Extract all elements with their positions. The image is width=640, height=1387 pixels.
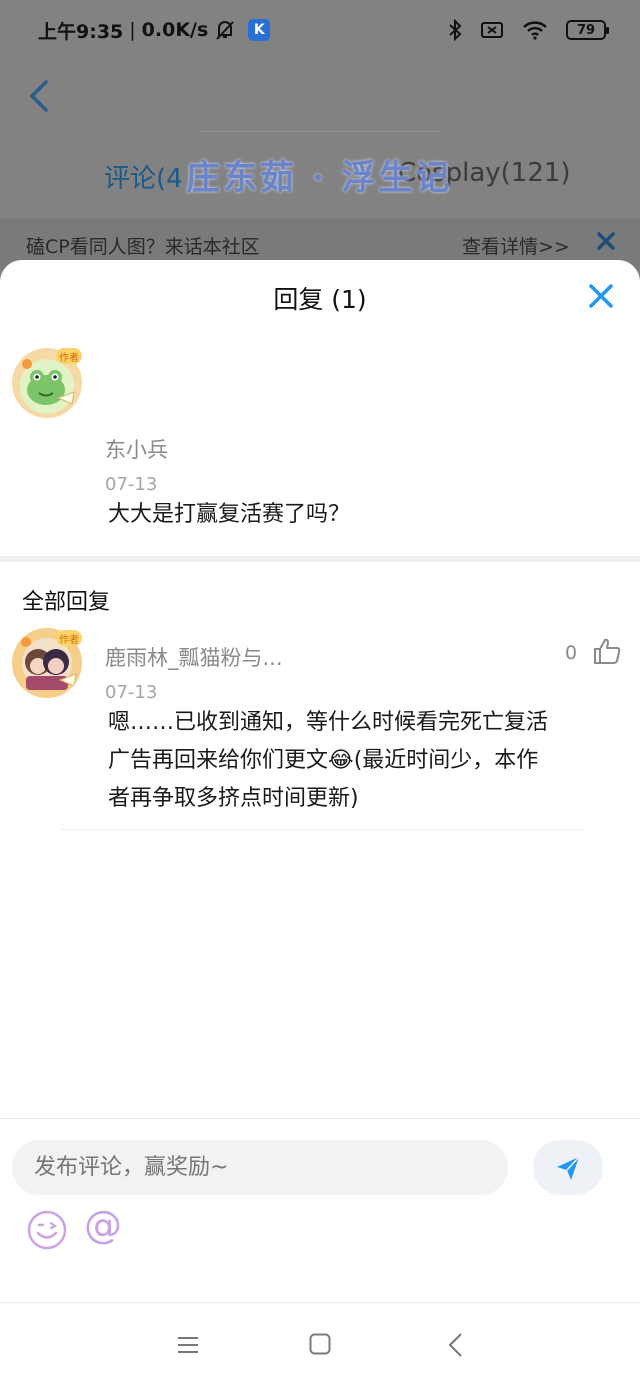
thumbs-up-icon[interactable] [592, 636, 622, 666]
wifi-icon [523, 21, 547, 40]
reply-author[interactable]: 鹿雨林_瓢猫粉与... [105, 642, 283, 672]
comment-input[interactable] [12, 1140, 508, 1195]
back-arrow-icon[interactable] [22, 76, 62, 116]
status-time: 上午9:35 [38, 20, 124, 43]
sheet-title: 回复 (1) [273, 285, 367, 314]
close-icon[interactable] [594, 229, 618, 253]
send-icon [557, 1155, 580, 1180]
app-notification-icon: K [248, 19, 271, 41]
no-sim-icon [481, 22, 503, 38]
nav-back-icon[interactable] [444, 1332, 468, 1358]
reply-divider [60, 829, 584, 830]
header-divider [200, 131, 440, 132]
send-button[interactable] [533, 1140, 603, 1195]
mention-button[interactable]: @ [84, 1203, 122, 1247]
title-watermark: 庄东茹 · 浮生记 [186, 158, 453, 198]
main-comment: 作者 东小兵 07-13 大大是打赢复活赛了吗？ [0, 332, 640, 556]
like-count: 0 [565, 642, 578, 664]
home-icon[interactable] [308, 1332, 332, 1356]
sheet-header: 回复 (1) [0, 260, 640, 332]
tab-bar: 评论(4 Cosplay(121) 庄东茹 · 浮生记 [0, 150, 640, 206]
reply-text-line: 广告再回来给你们更文😂(最近时间少，本作 [108, 748, 539, 773]
status-bar: 上午9:35 | 0.0K/s K 79 [0, 0, 640, 60]
all-replies-title: 全部回复 [22, 590, 111, 615]
close-sheet-icon[interactable] [585, 280, 617, 312]
reply-sheet: 回复 (1) 作者 东小兵 07-13 大大是打赢复活赛了吗？ 全部回复 作者 … [0, 260, 640, 1302]
recent-apps-icon[interactable] [176, 1333, 200, 1357]
comment-author[interactable]: 东小兵 [105, 434, 168, 464]
reply-text-line: 嗯……已收到通知，等什么时候看完死亡复活 [108, 710, 549, 735]
comment-text: 大大是打赢复活赛了吗？ [108, 502, 351, 527]
banner-details-link[interactable]: 查看详情>> [462, 232, 570, 259]
comment-date: 07-13 [105, 474, 158, 495]
reply-text-line: 者再争取多挤点时间更新) [108, 786, 359, 811]
mute-bell-icon [216, 21, 235, 40]
banner-text: 磕CP看同人图？来话本社区 [26, 236, 260, 258]
tab-comments[interactable]: 评论(4 [104, 158, 183, 195]
reply-item: 作者 鹿雨林_瓢猫粉与... 0 07-13 嗯……已收到通知，等什么时候看完死… [0, 626, 640, 848]
emoji-icon[interactable] [26, 1209, 68, 1251]
author-badge: 作者 [56, 630, 82, 646]
system-nav-bar [0, 1302, 640, 1387]
reply-date: 07-13 [105, 682, 158, 703]
reply-text: 嗯……已收到通知，等什么时候看完死亡复活 广告再回来给你们更文😂(最近时间少，本… [108, 704, 548, 818]
battery-icon: 79 [566, 20, 609, 40]
background-page: 上午9:35 | 0.0K/s K 79 评论(4 Cosplay(121) 庄… [0, 0, 640, 300]
bluetooth-icon [449, 19, 462, 41]
comment-input-bar: @ [0, 1118, 640, 1302]
author-badge: 作者 [56, 348, 82, 364]
network-speed: 0.0K/s [141, 19, 209, 41]
